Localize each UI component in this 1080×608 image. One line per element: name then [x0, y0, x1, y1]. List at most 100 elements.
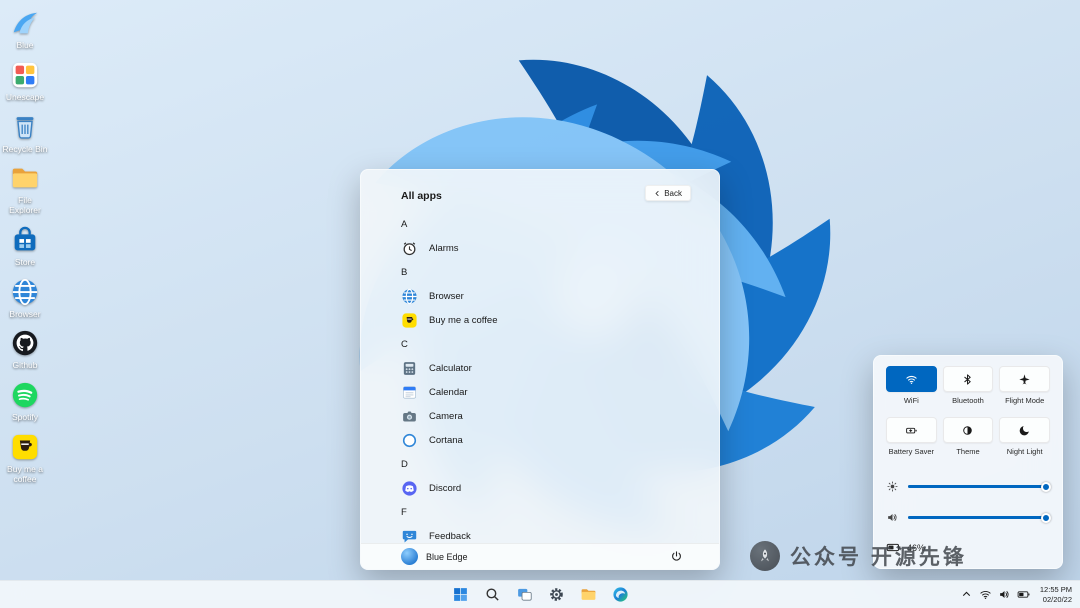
settings-button[interactable] [544, 583, 568, 607]
brightness-slider-thumb[interactable] [1040, 481, 1051, 492]
desktop-icon-browser[interactable]: Browser [2, 277, 48, 320]
battery-icon [886, 543, 901, 552]
back-button[interactable]: Back [645, 185, 691, 201]
desktop-icon-recycle-bin[interactable]: Recycle Bin [2, 112, 48, 155]
bluetooth-toggle-cell: Bluetooth [942, 366, 994, 405]
app-item-feedback[interactable]: Feedback [401, 524, 719, 543]
desktop-icon-label: Blue [16, 40, 34, 50]
letter-header-f[interactable]: F [401, 500, 719, 524]
desktop-icon-column: Blue Unescape Recycle Bin File Explorer … [2, 8, 48, 484]
blue-logo-icon [10, 8, 40, 38]
github-icon [10, 328, 40, 358]
power-button[interactable] [667, 548, 685, 566]
user-name: Blue Edge [426, 551, 468, 562]
desktop-icon-blue[interactable]: Blue [2, 8, 48, 51]
desktop-icon-store[interactable]: Store [2, 225, 48, 268]
brightness-slider-row [886, 480, 1051, 493]
desktop-icon-label: Spotify [12, 412, 38, 423]
desktop-icon-label: Browser [9, 308, 41, 319]
user-account[interactable]: Blue Edge [401, 548, 468, 565]
taskbar-center-icons [448, 581, 632, 608]
app-item-discord[interactable]: Discord [401, 476, 719, 500]
spotify-icon [10, 380, 40, 410]
folder-icon [581, 589, 595, 600]
app-item-browser[interactable]: Browser [401, 284, 719, 308]
letter-header-c[interactable]: C [401, 332, 719, 356]
wifi-toggle-cell: WiFi [886, 366, 937, 405]
desktop-icon-label: Buy me a coffee [7, 463, 43, 484]
tray-volume-icon[interactable] [998, 588, 1011, 601]
night-light-toggle[interactable] [999, 417, 1050, 443]
desktop-icon-spotify[interactable]: Spotify [2, 380, 48, 423]
desktop-icon-label: Github [12, 360, 38, 371]
volume-slider-thumb[interactable] [1040, 512, 1051, 523]
all-apps-list: A Alarms B Browser Buy me a coffee C Cal… [361, 208, 719, 543]
task-view-icon [517, 588, 532, 601]
letter-header-b[interactable]: B [401, 260, 719, 284]
desktop-icon-label: Recycle Bin [2, 143, 48, 154]
desktop-icon-github[interactable]: Github [2, 328, 48, 371]
brightness-sun-icon [887, 481, 898, 492]
desktop-icon-unescape[interactable]: Unescape [2, 60, 48, 103]
night-light-toggle-cell: Night Light [999, 417, 1050, 456]
desktop-icon-buy-me-a-coffee[interactable]: Buy me a coffee [2, 432, 48, 485]
desktop-icon-file-explorer[interactable]: File Explorer [2, 163, 48, 216]
edge-browser-button[interactable] [608, 583, 632, 607]
start-menu-footer: Blue Edge [361, 543, 719, 569]
volume-slider[interactable] [908, 512, 1051, 523]
moon-icon [1019, 425, 1029, 435]
theme-toggle-cell: Theme [942, 417, 994, 456]
chevron-left-icon [655, 190, 659, 196]
app-item-buy-me-a-coffee[interactable]: Buy me a coffee [401, 308, 719, 332]
battery-saver-toggle[interactable] [886, 417, 937, 443]
clock-date: 02/20/22 [1042, 594, 1072, 604]
camera-icon [401, 408, 418, 425]
edge-icon [612, 587, 628, 602]
brightness-slider[interactable] [908, 481, 1051, 492]
task-view-button[interactable] [512, 583, 536, 607]
search-icon [485, 588, 499, 601]
battery-saver-icon [905, 427, 917, 433]
app-item-cortana[interactable]: Cortana [401, 428, 719, 452]
tray-battery-icon[interactable] [1017, 588, 1030, 601]
search-button[interactable] [480, 583, 504, 607]
app-item-camera[interactable]: Camera [401, 404, 719, 428]
buy-me-a-coffee-icon [401, 312, 418, 329]
calendar-icon [401, 384, 418, 401]
flight-mode-toggle[interactable] [999, 366, 1050, 392]
wifi-icon [906, 375, 917, 384]
bluetooth-icon [964, 373, 972, 385]
app-item-calculator[interactable]: Calculator [401, 356, 719, 380]
tray-chevron-up-icon[interactable] [960, 588, 973, 601]
desktop-icon-label: File Explorer [9, 195, 41, 216]
app-item-calendar[interactable]: Calendar [401, 380, 719, 404]
taskbar-clock[interactable]: 12:55 PM 02/20/22 [1036, 585, 1076, 605]
discord-icon [401, 480, 418, 497]
bluetooth-toggle[interactable] [942, 366, 994, 392]
volume-speaker-icon [888, 513, 897, 522]
file-explorer-button[interactable] [576, 583, 600, 607]
volume-slider-row [886, 511, 1051, 524]
battery-percent-label: 46% [907, 542, 926, 553]
system-tray: 12:55 PM 02/20/22 [960, 581, 1076, 608]
start-button[interactable] [448, 583, 472, 607]
letter-header-a[interactable]: A [401, 212, 719, 236]
tray-wifi-icon[interactable] [979, 588, 992, 601]
quick-settings-grid: WiFi Bluetooth Flight Mode Battery Saver… [886, 366, 1050, 456]
app-item-alarms[interactable]: Alarms [401, 236, 719, 260]
all-apps-title: All apps [401, 190, 442, 202]
desktop-icon-label: Store [14, 256, 36, 267]
taskbar: 12:55 PM 02/20/22 [0, 580, 1080, 608]
browser-icon [401, 288, 418, 305]
letter-header-d[interactable]: D [401, 452, 719, 476]
file-explorer-icon [10, 163, 40, 193]
battery-saver-toggle-cell: Battery Saver [886, 417, 937, 456]
wifi-toggle[interactable] [886, 366, 937, 392]
theme-contrast-icon [963, 425, 973, 435]
start-menu: All apps Back A Alarms B Browser Buy me … [360, 169, 720, 570]
start-menu-header: All apps Back [361, 170, 719, 208]
gear-icon [549, 588, 563, 601]
browser-icon [10, 277, 40, 307]
theme-toggle[interactable] [942, 417, 994, 443]
windows-start-icon [453, 588, 467, 601]
